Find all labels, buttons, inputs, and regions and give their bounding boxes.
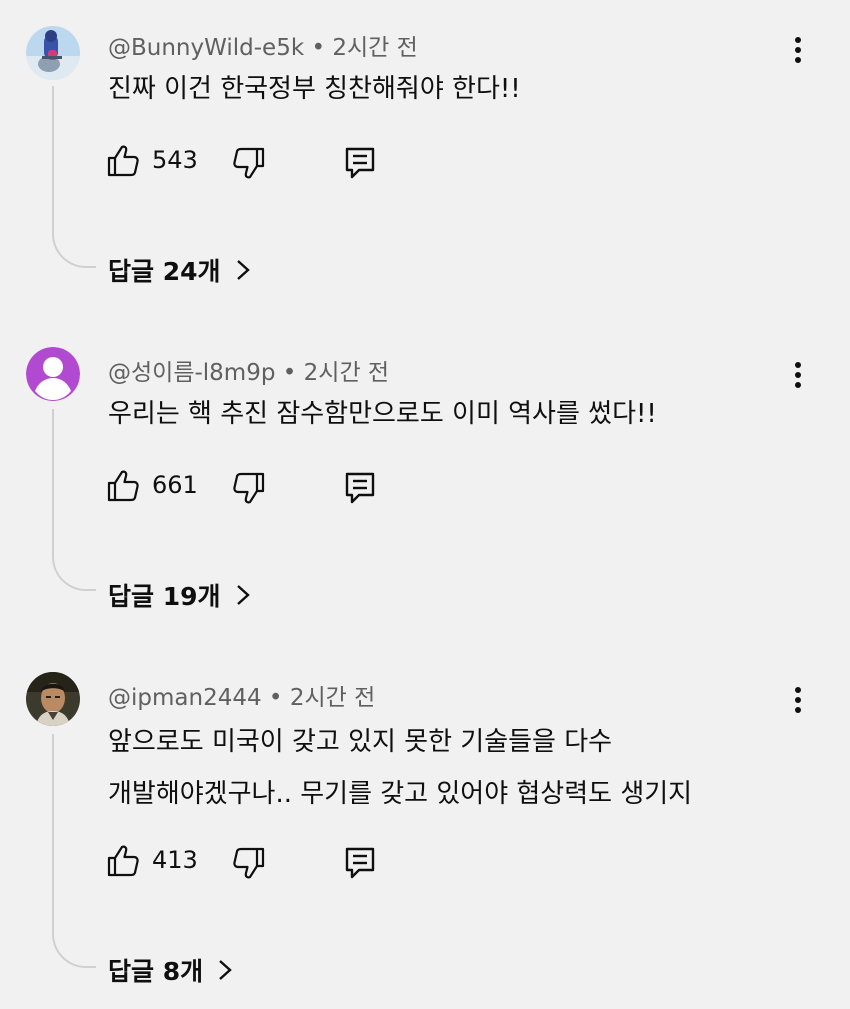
default-person-icon: [26, 347, 80, 401]
chevron-right-icon: [219, 960, 232, 980]
dislike-button[interactable]: [232, 471, 266, 505]
meta-separator: •: [268, 685, 290, 711]
meta-separator: •: [311, 35, 333, 61]
like-button[interactable]: [106, 844, 140, 878]
comment-time: 2시간 전: [303, 360, 390, 386]
thumbs-down-icon: [233, 472, 265, 504]
thumbs-down-icon: [233, 147, 265, 179]
dislike-button[interactable]: [232, 146, 266, 180]
comment-time: 2시간 전: [289, 685, 376, 711]
reply-comment-icon: [345, 147, 375, 179]
view-replies-button[interactable]: 답글 8개: [108, 952, 233, 988]
comment-text-line: 앞으로도 미국이 갖고 있지 못한 기술들을 다수: [108, 727, 613, 757]
comment-actions: 543: [106, 144, 406, 184]
comment-actions: 661: [106, 469, 406, 509]
avatar[interactable]: [26, 347, 80, 401]
thumbs-up-icon: [107, 145, 139, 177]
comment-author[interactable]: @BunnyWild-e5k: [108, 35, 304, 61]
comment-text: 앞으로도 미국이 갖고 있지 못한 기술들을 다수 개발해야겠구나.. 무기를 …: [108, 716, 692, 820]
more-vert-icon: [795, 362, 801, 388]
comment-text-line: 개발해야겠구나.. 무기를 갖고 있어야 협상력도 생기지: [108, 779, 693, 809]
comment-text-line: 우리는 핵 추진 잠수함만으로도 이미 역사를 썼다!!: [108, 399, 657, 429]
thread-line: [52, 409, 96, 591]
replies-label: 답글 19개: [108, 582, 221, 611]
chevron-right-icon: [236, 260, 250, 280]
view-replies-button[interactable]: 답글 24개: [108, 252, 251, 288]
comment-meta: @성이름-l8m9p • 2시간 전: [108, 353, 389, 387]
comment-actions: 413: [106, 844, 406, 884]
thread-line: [52, 86, 96, 268]
thumbs-up-icon: [107, 845, 139, 877]
avatar[interactable]: [26, 26, 80, 80]
reply-button[interactable]: [344, 146, 376, 180]
replies-label: 답글 24개: [108, 257, 221, 286]
like-button[interactable]: [106, 469, 140, 503]
comment-text: 우리는 핵 추진 잠수함만으로도 이미 역사를 썼다!!: [108, 391, 657, 437]
avatar[interactable]: [26, 672, 80, 726]
comment-meta: @ipman2444 • 2시간 전: [108, 678, 375, 712]
thread-line: [52, 734, 96, 968]
comment-text: 진짜 이건 한국정부 칭찬해줘야 한다!!: [108, 66, 521, 112]
more-options-button[interactable]: [784, 357, 812, 393]
more-options-button[interactable]: [784, 682, 812, 718]
reply-button[interactable]: [344, 471, 376, 505]
thumbs-up-icon: [107, 470, 139, 502]
comment-author[interactable]: @성이름-l8m9p: [108, 360, 275, 386]
reply-comment-icon: [345, 472, 375, 504]
thumbs-down-icon: [233, 847, 265, 879]
replies-label: 답글 8개: [108, 957, 204, 986]
comment-author[interactable]: @ipman2444: [108, 685, 262, 711]
reply-button[interactable]: [344, 846, 376, 880]
like-button[interactable]: [106, 144, 140, 178]
comment-time: 2시간 전: [332, 35, 418, 61]
more-vert-icon: [795, 37, 801, 63]
more-vert-icon: [795, 687, 801, 713]
view-replies-button[interactable]: 답글 19개: [108, 577, 251, 613]
like-count: 543: [152, 146, 198, 174]
dislike-button[interactable]: [232, 846, 266, 880]
like-count: 413: [152, 846, 198, 874]
comment-text-line: 진짜 이건 한국정부 칭찬해줘야 한다!!: [108, 74, 521, 104]
comment-meta: @BunnyWild-e5k • 2시간 전: [108, 28, 418, 62]
more-options-button[interactable]: [784, 32, 812, 68]
chevron-right-icon: [236, 585, 250, 605]
meta-separator: •: [282, 360, 304, 386]
like-count: 661: [152, 471, 198, 499]
reply-comment-icon: [345, 847, 375, 879]
